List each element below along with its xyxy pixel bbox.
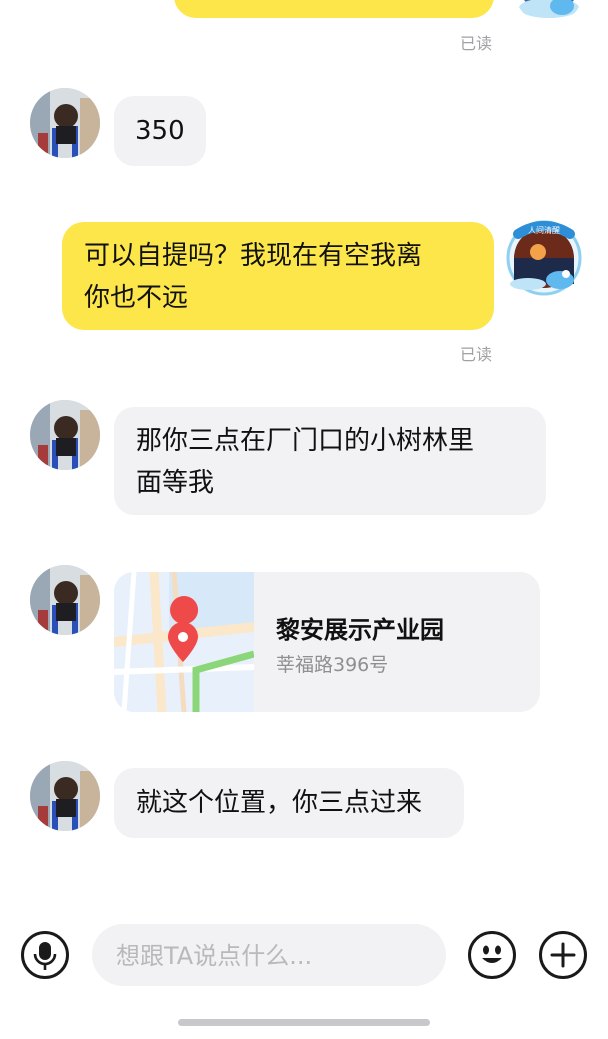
voice-button[interactable] bbox=[21, 931, 69, 979]
message-input-container[interactable] bbox=[92, 924, 446, 988]
avatar-badge-text: 人间清醒 bbox=[528, 225, 560, 235]
location-title: 黎安展示产业园 bbox=[276, 616, 444, 644]
message-text-line-1: 可以自提吗？我现在有空我离 bbox=[84, 241, 423, 271]
contact-avatar[interactable] bbox=[30, 565, 100, 635]
message-text-line-1: 那你三点在厂门口的小树林里 bbox=[136, 426, 475, 456]
location-card[interactable]: 黎安展示产业园 莘福路396号 bbox=[114, 572, 540, 712]
contact-avatar[interactable] bbox=[30, 88, 100, 158]
location-pin-icon bbox=[168, 622, 198, 662]
chat-bubble-incoming[interactable]: 那你三点在厂门口的小树林里 面等我 bbox=[114, 407, 546, 515]
chat-bubble-incoming[interactable]: 就这个位置，你三点过来 bbox=[114, 768, 464, 838]
message-text-line-2: 面等我 bbox=[136, 468, 215, 498]
home-indicator[interactable] bbox=[178, 1019, 430, 1026]
map-thumbnail[interactable] bbox=[114, 572, 255, 712]
self-avatar[interactable]: 人间清醒 bbox=[504, 216, 584, 296]
chat-bubble-incoming[interactable]: 350 bbox=[114, 96, 206, 166]
contact-avatar[interactable] bbox=[30, 761, 100, 831]
chat-bubble-outgoing-partial[interactable] bbox=[174, 0, 494, 18]
plus-icon bbox=[550, 942, 576, 968]
emoji-icon bbox=[482, 945, 502, 963]
contact-avatar[interactable] bbox=[30, 400, 100, 470]
message-input[interactable] bbox=[114, 924, 428, 988]
message-text-line-2: 你也不远 bbox=[84, 283, 189, 313]
plus-button[interactable] bbox=[539, 931, 587, 979]
read-status: 已读 bbox=[460, 34, 493, 53]
emoji-button[interactable] bbox=[468, 931, 516, 979]
message-text: 350 bbox=[135, 116, 185, 146]
chat-bubble-outgoing[interactable]: 可以自提吗？我现在有空我离 你也不远 bbox=[62, 222, 494, 330]
self-avatar-partial[interactable] bbox=[514, 0, 584, 24]
message-text: 就这个位置，你三点过来 bbox=[136, 788, 423, 818]
location-address: 莘福路396号 bbox=[276, 654, 389, 676]
microphone-icon bbox=[33, 942, 57, 970]
read-status: 已读 bbox=[460, 345, 493, 364]
